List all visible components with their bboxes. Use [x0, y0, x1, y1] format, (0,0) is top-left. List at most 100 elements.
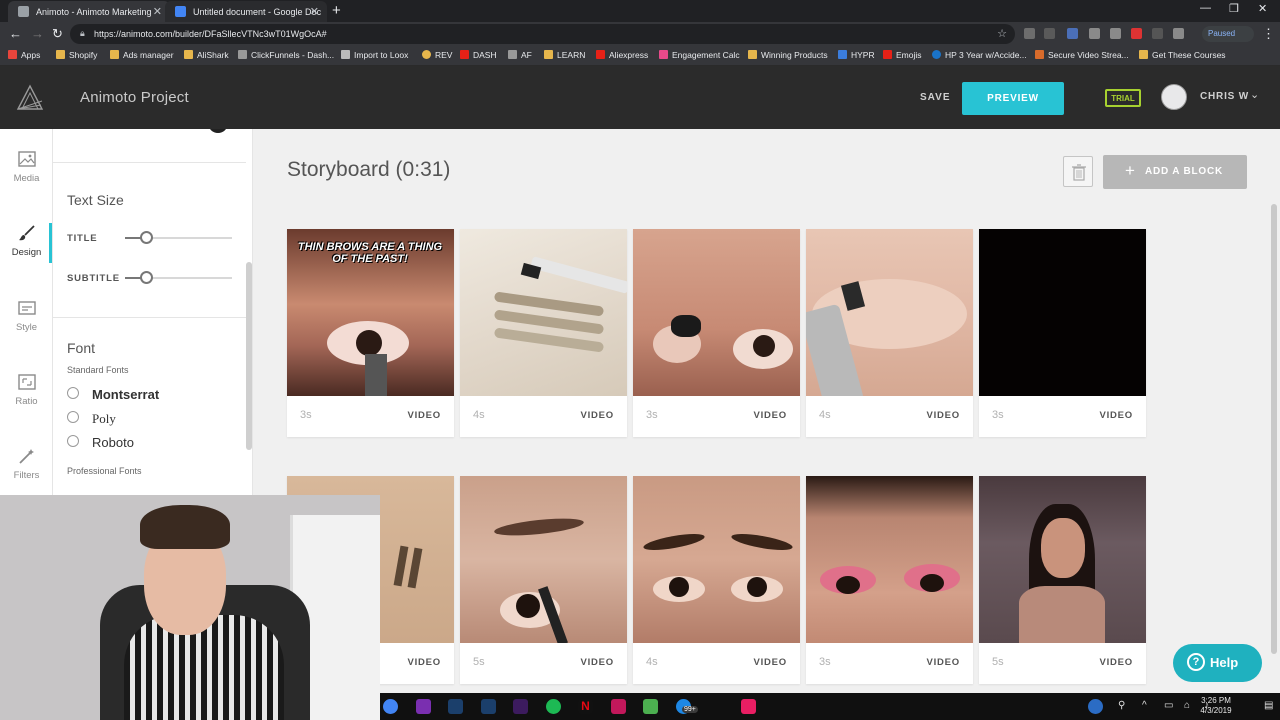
bookmark-learn[interactable]: LEARN	[544, 50, 585, 60]
subtitle-size-slider[interactable]	[125, 271, 232, 284]
avatar[interactable]	[1161, 84, 1187, 110]
video-thumbnail[interactable]	[460, 476, 627, 643]
help-circle-icon[interactable]	[1088, 699, 1103, 714]
animoto-logo-icon[interactable]	[14, 82, 46, 114]
user-name[interactable]: CHRIS W	[1200, 91, 1249, 102]
restore-icon[interactable]: ❐	[1229, 2, 1239, 15]
extension-icon[interactable]	[1089, 28, 1100, 39]
font-option-montserrat[interactable]: Montserrat	[92, 387, 159, 402]
lightroom-icon[interactable]	[481, 699, 496, 714]
delete-button[interactable]	[1063, 156, 1093, 187]
video-thumbnail[interactable]	[633, 476, 800, 643]
storyboard-block[interactable]: 4s VIDEO	[460, 229, 627, 437]
app-icon[interactable]	[741, 699, 756, 714]
rail-item-design[interactable]: Design	[0, 225, 53, 258]
menu-kebab-icon[interactable]: ⋮	[1262, 26, 1275, 42]
storyboard-block[interactable]: 3s VIDEO	[806, 476, 973, 684]
title-size-slider[interactable]	[125, 231, 232, 244]
new-tab-icon[interactable]: +	[332, 2, 341, 19]
storyboard-scrollbar[interactable]	[1271, 204, 1277, 654]
bookmark-import-loox[interactable]: Import to Loox	[341, 50, 408, 60]
bookmark-rev[interactable]: REV	[422, 50, 452, 60]
extension-icon[interactable]	[1152, 28, 1163, 39]
add-block-button[interactable]: + ADD A BLOCK	[1103, 155, 1247, 189]
back-icon[interactable]: ←	[9, 26, 22, 41]
close-window-icon[interactable]: ✕	[1258, 2, 1267, 15]
spotify-icon[interactable]	[546, 699, 561, 714]
browser-tab-google-doc[interactable]: Untitled document - Google Doc ✕	[165, 1, 327, 22]
url-input[interactable]: 🔒︎ https://animoto.com/builder/DFaSllecV…	[70, 24, 1015, 44]
video-thumbnail[interactable]	[806, 229, 973, 396]
app-icon[interactable]	[643, 699, 658, 714]
storyboard-block[interactable]: 5s VIDEO	[460, 476, 627, 684]
font-radio-poly[interactable]	[67, 411, 79, 423]
forward-icon[interactable]: →	[31, 26, 44, 41]
video-thumbnail[interactable]	[633, 229, 800, 396]
font-option-poly[interactable]: Poly	[92, 411, 116, 427]
extension-icon[interactable]	[1067, 28, 1078, 39]
rail-item-filters[interactable]: Filters	[0, 448, 53, 481]
storyboard-block[interactable]: 5s VIDEO	[979, 476, 1146, 684]
storyboard-block[interactable]: 4s VIDEO	[806, 229, 973, 437]
save-button[interactable]: SAVE	[920, 92, 951, 103]
bookmark-emojis[interactable]: Emojis	[883, 50, 922, 60]
preview-button[interactable]: PREVIEW	[962, 82, 1064, 115]
bookmark-apps[interactable]: Apps	[8, 50, 40, 60]
onenote-icon[interactable]	[416, 699, 431, 714]
help-button[interactable]: ? Help	[1173, 644, 1262, 682]
video-thumbnail[interactable]: THIN BROWS ARE A THING OF THE PAST!	[287, 229, 454, 396]
font-option-roboto[interactable]: Roboto	[92, 435, 134, 450]
bookmark-hp[interactable]: HP 3 Year w/Accide...	[932, 50, 1027, 60]
storyboard-block[interactable]: THIN BROWS ARE A THING OF THE PAST! 3s V…	[287, 229, 454, 437]
trial-badge[interactable]: TRIAL	[1105, 89, 1141, 107]
bookmark-clickfunnels[interactable]: ClickFunnels - Dash...	[238, 50, 334, 60]
bookmark-winning-products[interactable]: Winning Products	[748, 50, 828, 60]
bookmark-af[interactable]: AF	[508, 50, 532, 60]
rail-item-style[interactable]: Style	[0, 300, 53, 333]
people-icon[interactable]: ⚲	[1118, 700, 1125, 711]
chevron-down-icon[interactable]: ⌄	[1250, 88, 1259, 101]
app-icon[interactable]	[611, 699, 626, 714]
action-center-icon[interactable]: ▤	[1264, 700, 1273, 711]
bookmark-star-icon[interactable]: ☆	[997, 27, 1007, 40]
storyboard-block[interactable]: 3s VIDEO	[979, 229, 1146, 437]
extension-icon[interactable]	[1173, 28, 1184, 39]
network-icon[interactable]: ⌂	[1184, 700, 1190, 711]
zoom-icon[interactable]	[1044, 28, 1055, 39]
bookmark-alishark[interactable]: AliShark	[184, 50, 229, 60]
minimize-icon[interactable]: —	[1200, 2, 1211, 14]
extension-icon[interactable]	[1131, 28, 1142, 39]
slider-handle[interactable]	[140, 271, 153, 284]
close-tab-icon[interactable]: ✕	[310, 5, 319, 18]
video-thumbnail[interactable]	[806, 476, 973, 643]
bookmark-dash[interactable]: DASH	[460, 50, 497, 60]
bookmark-get-courses[interactable]: Get These Courses	[1139, 50, 1226, 60]
battery-icon[interactable]: ▭	[1164, 700, 1173, 711]
rail-item-media[interactable]: Media	[0, 151, 53, 184]
netflix-icon[interactable]: N	[578, 699, 593, 714]
video-thumbnail[interactable]	[979, 229, 1146, 396]
extension-icon[interactable]	[1024, 28, 1035, 39]
bookmark-engagement-calc[interactable]: Engagement Calc	[659, 50, 740, 60]
profile-paused-button[interactable]: Paused	[1202, 26, 1254, 42]
font-radio-montserrat[interactable]	[67, 387, 79, 399]
font-radio-roboto[interactable]	[67, 435, 79, 447]
bookmark-secure-video[interactable]: Secure Video Strea...	[1035, 50, 1129, 60]
photoshop-icon[interactable]	[448, 699, 463, 714]
project-title[interactable]: Animoto Project	[80, 89, 189, 106]
video-thumbnail[interactable]	[460, 229, 627, 396]
video-thumbnail[interactable]	[979, 476, 1146, 643]
slider-handle[interactable]	[140, 231, 153, 244]
close-tab-icon[interactable]: ✕	[153, 5, 162, 18]
premiere-icon[interactable]	[513, 699, 528, 714]
chrome-icon[interactable]	[383, 699, 398, 714]
bookmark-ads-manager[interactable]: Ads manager	[110, 50, 174, 60]
storyboard-block[interactable]: 4s VIDEO	[633, 476, 800, 684]
taskbar-clock[interactable]: 3:26 PM 4/3/2019	[1196, 696, 1236, 716]
panel-scrollbar[interactable]	[246, 262, 252, 450]
bookmark-aliexpress[interactable]: Aliexpress	[596, 50, 648, 60]
browser-tab-animoto[interactable]: Animoto - Animoto Marketing ✕	[8, 1, 170, 22]
extension-icon[interactable]	[1110, 28, 1121, 39]
rail-item-ratio[interactable]: Ratio	[0, 374, 53, 407]
reload-icon[interactable]: ↻	[52, 26, 63, 42]
